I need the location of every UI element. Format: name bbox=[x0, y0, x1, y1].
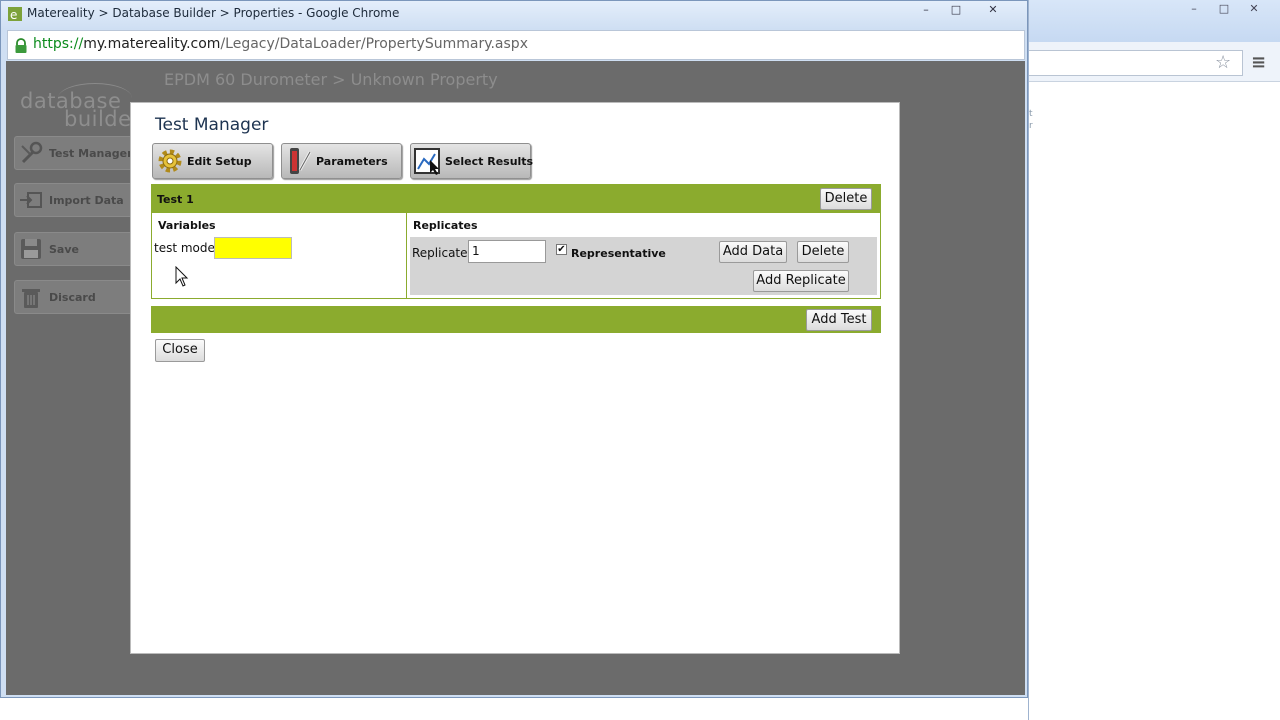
sidebar-item-discard[interactable]: Discard bbox=[14, 280, 134, 314]
add-test-bar: Add Test bbox=[151, 306, 881, 333]
sidebar-item-label: Test Manager bbox=[49, 147, 133, 160]
background-omnibox[interactable] bbox=[1029, 50, 1243, 76]
sidebar-item-label: Save bbox=[49, 243, 79, 256]
sidebar-item-save[interactable]: Save bbox=[14, 232, 134, 266]
wrench-icon bbox=[21, 141, 43, 164]
select-results-button[interactable]: Select Results bbox=[410, 143, 534, 179]
add-replicate-button[interactable]: Add Replicate bbox=[753, 270, 849, 292]
test-mode-label: test mode bbox=[154, 241, 215, 255]
background-titlebar: – □ ✕ bbox=[1029, 0, 1280, 42]
svg-text:e: e bbox=[10, 8, 17, 22]
lock-icon bbox=[15, 38, 27, 53]
test-panel: Test 1 Delete Variables test mode Replic… bbox=[151, 184, 881, 299]
import-icon bbox=[20, 192, 42, 208]
breadcrumb: EPDM 60 Durometer > Unknown Property bbox=[164, 70, 498, 89]
sidebar-item-label: Discard bbox=[49, 291, 96, 304]
representative-checkbox[interactable]: ✔ bbox=[556, 244, 567, 255]
chrome-menu-icon[interactable]: ≡ bbox=[1251, 52, 1266, 73]
bg-minimize-button[interactable]: – bbox=[1181, 3, 1207, 17]
edit-setup-button[interactable]: Edit Setup bbox=[152, 143, 273, 179]
replicates-header: Replicates bbox=[413, 219, 478, 232]
replicate-row: Replicate 1 ✔ Representative Add Data De… bbox=[410, 237, 877, 295]
parameters-icon bbox=[290, 148, 312, 174]
minimize-button[interactable]: – bbox=[913, 3, 939, 19]
add-test-button[interactable]: Add Test bbox=[806, 309, 872, 331]
test-name: Test 1 bbox=[157, 193, 194, 206]
trash-icon bbox=[22, 289, 40, 308]
test-mode-input[interactable] bbox=[214, 237, 292, 259]
background-toolbar: ☆ ≡ bbox=[1029, 42, 1280, 82]
parameters-label: Parameters bbox=[316, 155, 388, 168]
sidebar-item-label: Import Data bbox=[49, 194, 124, 207]
variables-column: Variables test mode bbox=[152, 213, 407, 298]
background-browser-window: – □ ✕ ☆ ≡ t r bbox=[1028, 0, 1280, 720]
delete-replicate-button[interactable]: Delete bbox=[797, 241, 849, 263]
dialog-title: Test Manager bbox=[155, 115, 269, 135]
sidebar-item-import-data[interactable]: Import Data bbox=[14, 183, 134, 217]
test-header: Test 1 Delete bbox=[152, 185, 880, 213]
parameters-button[interactable]: Parameters bbox=[281, 143, 402, 179]
edit-setup-label: Edit Setup bbox=[187, 155, 252, 168]
url-path: /Legacy/DataLoader/PropertySummary.aspx bbox=[220, 36, 528, 52]
window-titlebar: e Matereality > Database Builder > Prope… bbox=[1, 1, 1027, 29]
close-window-button[interactable]: ✕ bbox=[973, 3, 1013, 19]
bookmark-star-icon[interactable]: ☆ bbox=[1215, 52, 1231, 73]
variables-header: Variables bbox=[158, 219, 216, 232]
close-button[interactable]: Close bbox=[155, 339, 205, 362]
select-results-label: Select Results bbox=[445, 155, 534, 168]
bg-maximize-button[interactable]: □ bbox=[1211, 3, 1237, 17]
database-builder-logo: database builder bbox=[18, 83, 140, 131]
mouse-cursor-icon bbox=[175, 266, 189, 287]
delete-test-button[interactable]: Delete bbox=[820, 188, 872, 210]
floppy-disk-icon bbox=[21, 239, 41, 259]
matereality-logo-icon: e bbox=[8, 7, 22, 22]
sidebar-item-test-manager[interactable]: Test Manager bbox=[14, 136, 134, 170]
add-data-button[interactable]: Add Data bbox=[719, 241, 787, 263]
representative-label: Representative bbox=[571, 247, 666, 260]
test-manager-dialog: Test Manager Edit Setup Parameters Selec… bbox=[130, 102, 900, 654]
address-bar[interactable]: https://my.matereality.com/Legacy/DataLo… bbox=[7, 30, 1025, 60]
url-host: my.matereality.com bbox=[83, 36, 221, 52]
url-text[interactable]: https://my.matereality.com/Legacy/DataLo… bbox=[33, 36, 528, 52]
bg-close-button[interactable]: ✕ bbox=[1241, 3, 1267, 17]
window-title: Matereality > Database Builder > Propert… bbox=[27, 6, 400, 20]
url-scheme: https:// bbox=[33, 36, 84, 52]
gear-icon bbox=[158, 149, 182, 173]
replicate-input[interactable]: 1 bbox=[468, 240, 546, 263]
maximize-button[interactable]: □ bbox=[943, 3, 969, 19]
select-results-icon bbox=[414, 148, 440, 175]
background-page-fragment: t r bbox=[1029, 109, 1033, 131]
replicate-label: Replicate bbox=[412, 246, 468, 260]
